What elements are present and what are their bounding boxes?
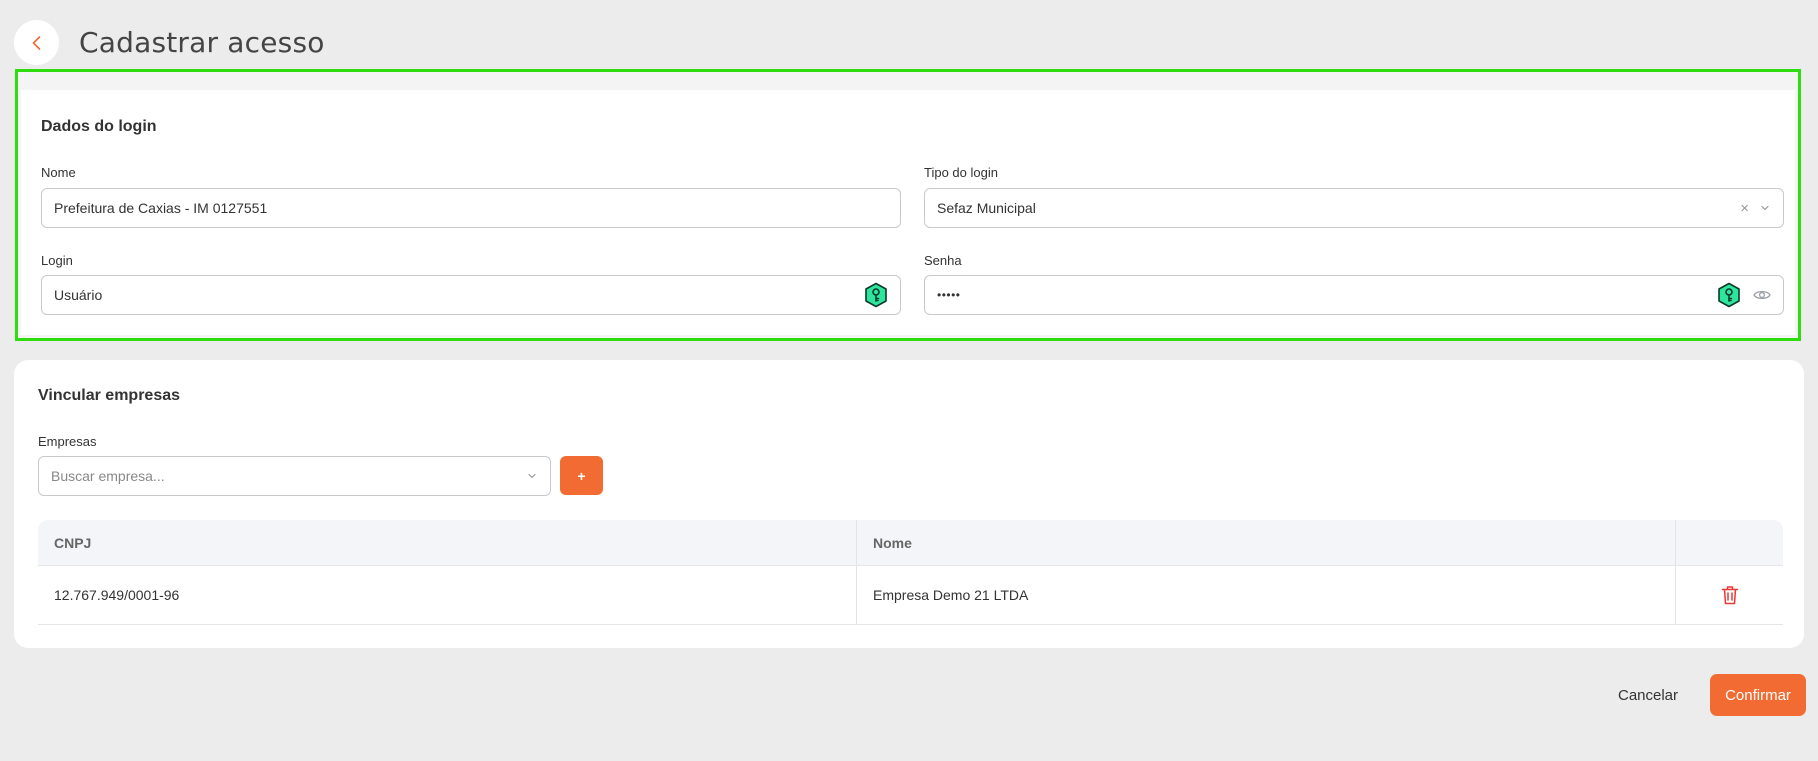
- tipo-login-select[interactable]: Sefaz Municipal ×: [924, 188, 1784, 228]
- chevron-left-icon: [32, 35, 40, 50]
- senha-label: Senha: [924, 253, 962, 268]
- trash-icon: [1721, 586, 1738, 605]
- chevron-down-icon[interactable]: [526, 470, 538, 482]
- cell-cnpj: 12.767.949/0001-96: [38, 566, 857, 624]
- table-header: CNPJ Nome: [38, 520, 1783, 566]
- cell-nome: Empresa Demo 21 LTDA: [857, 566, 1676, 624]
- empresas-label: Empresas: [38, 434, 97, 449]
- chevron-down-icon[interactable]: [1759, 202, 1771, 214]
- section-title-login: Dados do login: [41, 118, 157, 135]
- page-title: Cadastrar acesso: [79, 26, 325, 59]
- empresas-placeholder: Buscar empresa...: [51, 468, 165, 484]
- nome-label: Nome: [41, 165, 76, 180]
- cell-actions: [1676, 566, 1783, 624]
- key-hexagon-icon[interactable]: [864, 282, 888, 308]
- cancel-button[interactable]: Cancelar: [1598, 674, 1698, 716]
- senha-input[interactable]: •••••: [924, 275, 1784, 315]
- companies-table: CNPJ Nome 12.767.949/0001-96 Empresa Dem…: [38, 520, 1783, 625]
- delete-company-button[interactable]: [1721, 585, 1739, 605]
- tipo-login-value: Sefaz Municipal: [937, 200, 1036, 216]
- login-data-card: Dados do login Nome Prefeitura de Caxias…: [15, 69, 1801, 341]
- column-header-nome: Nome: [857, 520, 1676, 565]
- login-data-panel: Dados do login Nome Prefeitura de Caxias…: [21, 90, 1795, 335]
- eye-icon[interactable]: [1753, 288, 1771, 302]
- companies-card: Vincular empresas Empresas Buscar empres…: [14, 360, 1804, 648]
- clear-icon[interactable]: ×: [1740, 201, 1749, 216]
- page-header: Cadastrar acesso: [14, 20, 325, 65]
- login-value: Usuário: [54, 287, 103, 303]
- nome-value: Prefeitura de Caxias - IM 0127551: [54, 200, 268, 216]
- back-button[interactable]: [14, 20, 59, 65]
- column-header-cnpj: CNPJ: [38, 520, 857, 565]
- column-header-actions: [1676, 520, 1783, 565]
- login-label: Login: [41, 253, 73, 268]
- login-input[interactable]: Usuário: [41, 275, 901, 315]
- nome-input[interactable]: Prefeitura de Caxias - IM 0127551: [41, 188, 901, 228]
- confirm-button[interactable]: Confirmar: [1710, 674, 1806, 716]
- key-hexagon-icon[interactable]: [1717, 282, 1741, 308]
- tipo-login-label: Tipo do login: [924, 165, 998, 180]
- table-row: 12.767.949/0001-96 Empresa Demo 21 LTDA: [38, 566, 1783, 625]
- add-company-button[interactable]: +: [560, 456, 603, 495]
- section-title-companies: Vincular empresas: [38, 387, 181, 404]
- senha-value: •••••: [937, 288, 961, 302]
- page: Cadastrar acesso Dados do login Nome Pre…: [0, 0, 1818, 761]
- empresas-search-select[interactable]: Buscar empresa...: [38, 456, 551, 496]
